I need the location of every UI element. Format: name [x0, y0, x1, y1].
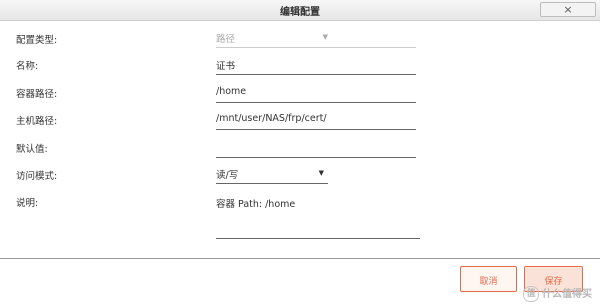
host-path-value: /mnt/user/NAS/frp/cert/	[216, 113, 327, 124]
footer-divider	[0, 258, 600, 259]
access-mode-label: 访问模式:	[16, 171, 58, 182]
container-path-field[interactable]: /home	[216, 85, 416, 103]
config-type-label: 配置类型:	[16, 35, 58, 46]
description-label: 说明:	[16, 198, 39, 209]
access-mode-select[interactable]: 读/写 ▼	[216, 166, 328, 184]
close-button[interactable]: ×	[540, 2, 596, 17]
name-label: 名称:	[16, 61, 39, 72]
cancel-button[interactable]: 取消	[460, 266, 517, 292]
access-mode-value: 读/写	[216, 170, 239, 181]
close-icon: ×	[563, 3, 573, 16]
default-value-field[interactable]	[216, 140, 416, 158]
default-value-label: 默认值:	[16, 144, 48, 155]
config-type-select[interactable]: 路径 ▼	[216, 30, 416, 48]
name-value: 证书	[216, 61, 236, 72]
chevron-down-icon: ▼	[318, 169, 324, 177]
watermark-text: 什么值得买	[542, 289, 592, 300]
container-path-label: 容器路径:	[16, 89, 58, 100]
description-value: 容器 Path: /home	[216, 199, 296, 210]
cancel-button-label: 取消	[479, 277, 498, 287]
dialog-titlebar: 编辑配置 ×	[0, 0, 600, 21]
dialog-title: 编辑配置	[280, 7, 320, 18]
host-path-field[interactable]: /mnt/user/NAS/frp/cert/	[216, 112, 416, 130]
container-path-value: /home	[216, 86, 247, 97]
watermark: 值什么值得买	[523, 285, 592, 302]
description-field[interactable]	[216, 238, 420, 239]
config-type-value: 路径	[216, 34, 236, 45]
name-field[interactable]: 证书	[216, 57, 416, 75]
host-path-label: 主机路径:	[16, 116, 58, 127]
chevron-down-icon: ▼	[322, 33, 328, 41]
watermark-logo: 值	[523, 286, 539, 302]
